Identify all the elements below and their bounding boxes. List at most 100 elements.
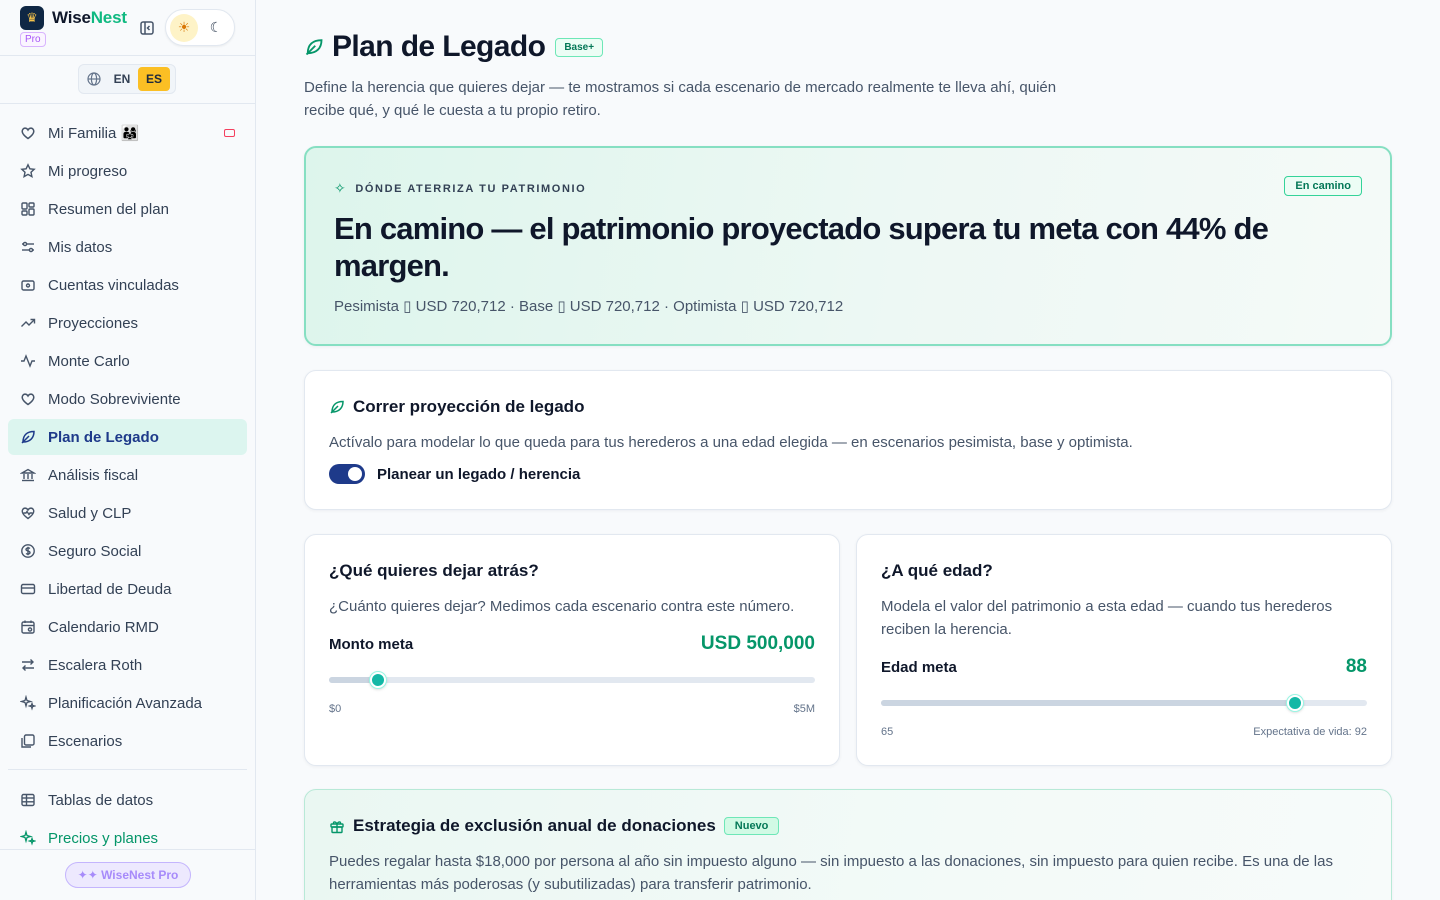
sidebar-item-resumen-del-plan[interactable]: Resumen del plan [8,191,247,227]
sidebar-collapse-icon[interactable] [138,19,156,37]
leaf-icon [330,400,344,414]
card-icon [20,581,36,597]
field-label: Edad meta [881,659,957,676]
sidebar-item-label: Análisis fiscal [48,466,139,484]
sidebar-item-label: Tablas de datos [48,791,154,809]
sidebar: ♛ WiseNest Pro ☀ ☾ EN ES Mi Familia 👨‍👩‍… [0,0,256,900]
sidebar-nav: Mi Familia 👨‍👩‍👧 Mi progreso Resumen del… [8,115,247,858]
leaf-icon [20,429,36,445]
brand-name: WiseNest [52,8,127,27]
sidebar-item-label: Salud y CLP [48,504,132,522]
goal-amount-card: ¿Qué quieres dejar atrás? ¿Cuánto quiere… [304,534,840,766]
bank-icon [20,467,36,483]
target-age-value: 88 [1345,656,1367,677]
status-badge: En camino [1284,176,1362,196]
wallet-icon [20,277,36,293]
heart-icon [20,391,36,407]
sidebar-item-label: Escalera Roth [48,656,143,674]
card-title: Estrategia de exclusión anual de donacio… [329,816,780,836]
sidebar-item-libertad-de-deuda[interactable]: Libertad de Deuda [8,571,247,607]
sidebar-item-modo-sobreviviente[interactable]: Modo Sobreviviente [8,381,247,417]
copy-icon [20,733,36,749]
slider-range: 65 Expectativa de vida: 92 [881,726,1367,738]
sidebar-item-label: Resumen del plan [48,200,169,218]
card-alert-icon [224,129,235,137]
sidebar-item-label: Precios y planes [48,829,159,847]
hero-headline: En camino — el patrimonio proyectado sup… [334,211,1269,283]
page-title: Plan de Legado [332,30,546,63]
slider-fill [881,700,1295,706]
sidebar-item-mis-datos[interactable]: Mis datos [8,229,247,265]
toggle-label: Planear un legado / herencia [377,465,581,483]
sidebar-item-escenarios[interactable]: Escenarios [8,723,247,759]
sidebar-item-label: Planificación Avanzada [48,694,202,712]
heart-icon [20,125,36,141]
pulse-icon [20,353,36,369]
new-badge: Nuevo [723,817,780,835]
slider-min-label: $0 [329,703,342,715]
sidebar-footer: ✦✦ WiseNest Pro [0,849,255,900]
sidebar-item-seguro-social[interactable]: Seguro Social [8,533,247,569]
sidebar-item-label: Seguro Social [48,542,142,560]
goal-amount-slider[interactable] [329,672,815,688]
sidebar-item-label: Proyecciones [48,314,139,332]
lang-es-button[interactable]: ES [138,67,170,91]
hero-eyebrow: ✧ DÓNDE ATERRIZA TU PATRIMONIO [334,180,587,196]
legacy-toggle[interactable] [329,464,365,484]
sliders-icon [20,239,36,255]
sun-icon[interactable]: ☀ [170,13,198,42]
sidebar-item-planificacion-avanzada[interactable]: Planificación Avanzada [8,685,247,721]
language-switch: EN ES [78,64,176,94]
main-content: Plan de Legado Base+ Define la herencia … [256,0,1440,900]
card-description: ¿Cuánto quieres dejar? Medimos cada esce… [329,598,795,615]
slider-thumb[interactable] [1287,695,1303,711]
arrows-icon [20,657,36,673]
sidebar-item-label: Cuentas vinculadas [48,276,179,294]
sidebar-item-mi-progreso[interactable]: Mi progreso [8,153,247,189]
sidebar-item-tablas-de-datos[interactable]: Tablas de datos [8,782,247,818]
sparkle-icon [20,695,36,711]
sidebar-item-escalera-roth[interactable]: Escalera Roth [8,647,247,683]
calendar-icon [20,619,36,635]
tier-badge: Base+ [555,37,604,57]
lang-en-button[interactable]: EN [106,67,138,91]
sidebar-item-mi-familia[interactable]: Mi Familia 👨‍👩‍👧 [8,115,247,151]
sidebar-item-analisis-fiscal[interactable]: Análisis fiscal [8,457,247,493]
sidebar-item-calendario-rmd[interactable]: Calendario RMD [8,609,247,645]
sidebar-item-label: Mi Familia 👨‍👩‍👧 [48,125,140,142]
target-age-card: ¿A qué edad? Modela el valor del patrimo… [856,534,1392,766]
goal-amount-value: USD 500,000 [700,633,815,654]
brand[interactable]: ♛ WiseNest [20,6,127,30]
slider-min-label: 65 [881,726,894,738]
sidebar-item-plan-de-legado[interactable]: Plan de Legado [8,419,247,455]
table-icon [20,792,36,808]
sidebar-item-monte-carlo[interactable]: Monte Carlo [8,343,247,379]
leaf-icon [305,39,323,56]
card-description: Puedes regalar hasta $18,000 por persona… [329,853,1333,893]
card-title: Correr proyección de legado [329,397,584,417]
divider [0,55,255,56]
sidebar-item-salud-y-clp[interactable]: Salud y CLP [8,495,247,531]
theme-toggle[interactable]: ☀ ☾ [165,9,235,46]
pro-badge: Pro [20,32,46,47]
moon-icon[interactable]: ☾ [202,14,230,42]
sparkle-icon: ✧ [334,180,348,196]
goal-field-row: Monto meta USD 500,000 [329,633,815,655]
sidebar-item-label: Calendario RMD [48,618,159,636]
upgrade-pro-button[interactable]: ✦✦ WiseNest Pro [64,862,192,888]
sidebar-item-cuentas-vinculadas[interactable]: Cuentas vinculadas [8,267,247,303]
grid-icon [20,201,36,217]
card-description: Actívalo para modelar lo que queda para … [329,434,1133,451]
legacy-toggle-row[interactable]: Planear un legado / herencia [329,464,580,484]
dollar-icon [20,543,36,559]
globe-icon [82,72,106,86]
gift-icon [330,821,344,834]
target-age-slider[interactable] [881,695,1367,711]
sidebar-item-proyecciones[interactable]: Proyecciones [8,305,247,341]
slider-thumb[interactable] [369,672,386,688]
sidebar-item-label: Modo Sobreviviente [48,390,181,408]
sidebar-item-label: Escenarios [48,732,123,750]
scenario-summary: Pesimista ▯ USD 720,712 · Base ▯ USD 720… [334,298,844,315]
sidebar-item-label: Plan de Legado [48,428,159,446]
page-description: Define la herencia que quieres dejar — t… [304,79,1057,119]
